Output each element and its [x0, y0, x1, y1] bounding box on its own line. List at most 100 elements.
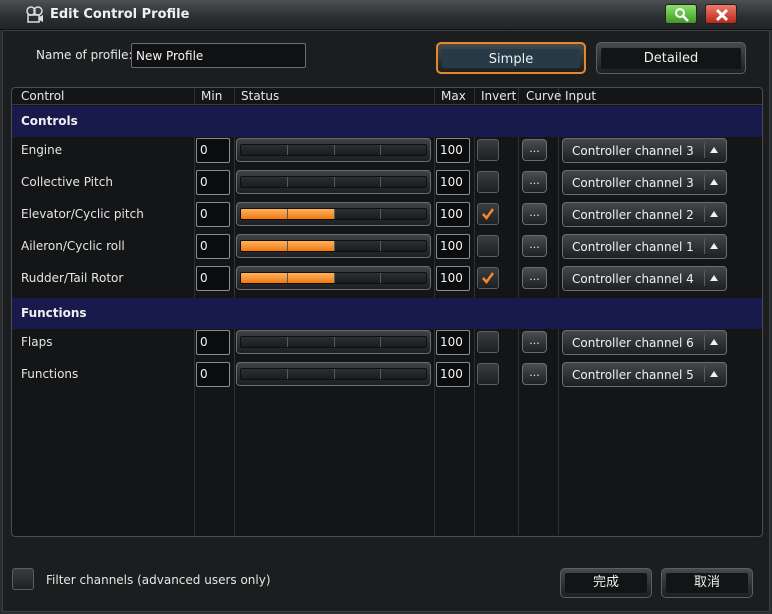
status-tick: [379, 241, 381, 251]
row-label: Collective Pitch: [21, 175, 113, 189]
chevron-up-icon: [710, 211, 718, 217]
search-icon: [675, 8, 689, 22]
checkmark-icon: [482, 272, 495, 285]
column-header-input: Input: [565, 89, 597, 103]
column-header-min: Min: [201, 89, 223, 103]
status-tick: [379, 145, 381, 155]
invert-checkbox[interactable]: [477, 139, 499, 161]
curve-button[interactable]: ...: [522, 267, 547, 289]
header-divider: [12, 104, 762, 105]
chevron-up-icon: [710, 339, 718, 345]
max-input[interactable]: 100: [436, 234, 470, 259]
input-channel-select[interactable]: Controller channel 6: [562, 330, 727, 355]
input-channel-select[interactable]: Controller channel 2: [562, 202, 727, 227]
min-input[interactable]: 0: [196, 202, 230, 227]
status-tick: [287, 273, 289, 283]
filter-channels-checkbox[interactable]: [12, 568, 34, 590]
max-input[interactable]: 100: [436, 362, 470, 387]
title-bar: Edit Control Profile: [0, 0, 772, 30]
status-tick: [333, 177, 335, 187]
checkmark-icon: [482, 208, 495, 221]
input-channel-select[interactable]: Controller channel 4: [562, 266, 727, 291]
status-tick: [287, 145, 289, 155]
invert-checkbox[interactable]: [477, 267, 499, 289]
search-button[interactable]: [665, 4, 697, 24]
curve-button[interactable]: ...: [522, 171, 547, 193]
input-channel-select[interactable]: Controller channel 5: [562, 362, 727, 387]
status-tick: [287, 241, 289, 251]
input-channel-value: Controller channel 1: [572, 240, 694, 254]
curve-button[interactable]: ...: [522, 363, 547, 385]
max-input[interactable]: 100: [436, 202, 470, 227]
row-label: Aileron/Cyclic roll: [21, 239, 125, 253]
status-tick: [379, 177, 381, 187]
chevron-up-icon: [704, 335, 722, 350]
chevron-up-icon: [704, 207, 722, 222]
max-input[interactable]: 100: [436, 266, 470, 291]
min-input[interactable]: 0: [196, 330, 230, 355]
input-channel-select[interactable]: Controller channel 1: [562, 234, 727, 259]
min-input[interactable]: 0: [196, 234, 230, 259]
min-input[interactable]: 0: [196, 362, 230, 387]
invert-checkbox[interactable]: [477, 331, 499, 353]
status-tick: [333, 145, 335, 155]
status-tick: [287, 337, 289, 347]
min-input[interactable]: 0: [196, 170, 230, 195]
status-tick: [333, 273, 335, 283]
section-title-controls: Controls: [21, 114, 78, 128]
invert-checkbox[interactable]: [477, 363, 499, 385]
simple-mode-button[interactable]: Simple: [436, 42, 586, 74]
input-channel-select[interactable]: Controller channel 3: [562, 170, 727, 195]
invert-checkbox[interactable]: [477, 235, 499, 257]
min-input[interactable]: 0: [196, 138, 230, 163]
status-track: [240, 144, 427, 156]
min-input[interactable]: 0: [196, 266, 230, 291]
detailed-mode-label: Detailed: [601, 48, 741, 69]
cancel-button-label: 取消: [666, 573, 748, 593]
status-bar: [236, 330, 431, 354]
input-channel-value: Controller channel 5: [572, 368, 694, 382]
section-header-controls: Controls: [12, 106, 762, 137]
status-bar: [236, 138, 431, 162]
cancel-button[interactable]: 取消: [661, 568, 753, 598]
max-input[interactable]: 100: [436, 138, 470, 163]
ok-button[interactable]: 完成: [560, 568, 652, 598]
curve-button[interactable]: ...: [522, 331, 547, 353]
max-input[interactable]: 100: [436, 170, 470, 195]
input-channel-value: Controller channel 4: [572, 272, 694, 286]
status-tick: [379, 273, 381, 283]
curve-button[interactable]: ...: [522, 203, 547, 225]
close-icon: [715, 8, 729, 22]
input-channel-value: Controller channel 3: [572, 176, 694, 190]
column-header-invert: Invert: [481, 89, 517, 103]
detailed-mode-button[interactable]: Detailed: [596, 42, 746, 74]
camera-icon: [26, 6, 43, 23]
profile-name-input[interactable]: [131, 43, 306, 68]
row-label: Engine: [21, 143, 63, 157]
curve-button[interactable]: ...: [522, 139, 547, 161]
input-channel-value: Controller channel 2: [572, 208, 694, 222]
status-bar: [236, 234, 431, 258]
column-header-status: Status: [241, 89, 280, 103]
chevron-up-icon: [704, 239, 722, 254]
row-label: Elevator/Cyclic pitch: [21, 207, 144, 221]
row-label: Functions: [21, 367, 79, 381]
status-track: [240, 336, 427, 348]
invert-checkbox[interactable]: [477, 171, 499, 193]
curve-button[interactable]: ...: [522, 235, 547, 257]
chevron-up-icon: [710, 275, 718, 281]
section-title-functions: Functions: [21, 306, 87, 320]
status-bar: [236, 170, 431, 194]
simple-mode-label: Simple: [442, 49, 580, 68]
input-channel-select[interactable]: Controller channel 3: [562, 138, 727, 163]
chevron-up-icon: [704, 143, 722, 158]
status-bar: [236, 202, 431, 226]
status-track: [240, 240, 427, 252]
ok-button-label: 完成: [565, 573, 647, 593]
status-track: [240, 176, 427, 188]
close-button[interactable]: [705, 4, 737, 24]
column-header-curve: Curve: [526, 89, 562, 103]
max-input[interactable]: 100: [436, 330, 470, 355]
invert-checkbox[interactable]: [477, 203, 499, 225]
column-header-control: Control: [21, 89, 65, 103]
